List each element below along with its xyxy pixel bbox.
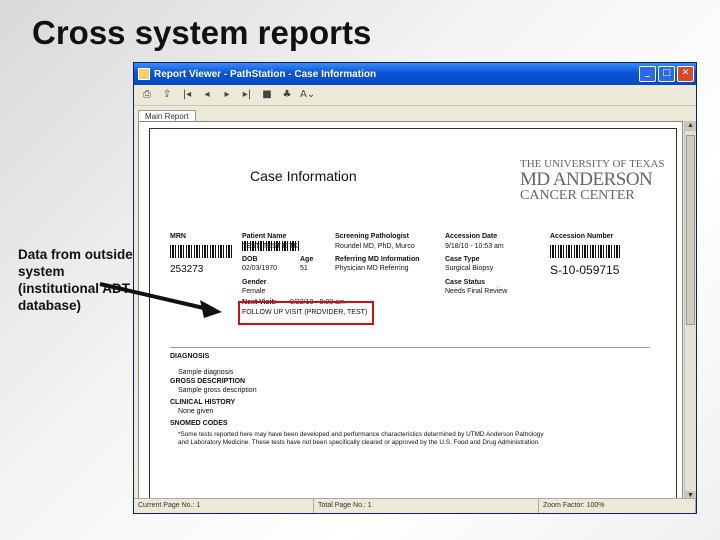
pointer-arrow xyxy=(99,282,222,318)
